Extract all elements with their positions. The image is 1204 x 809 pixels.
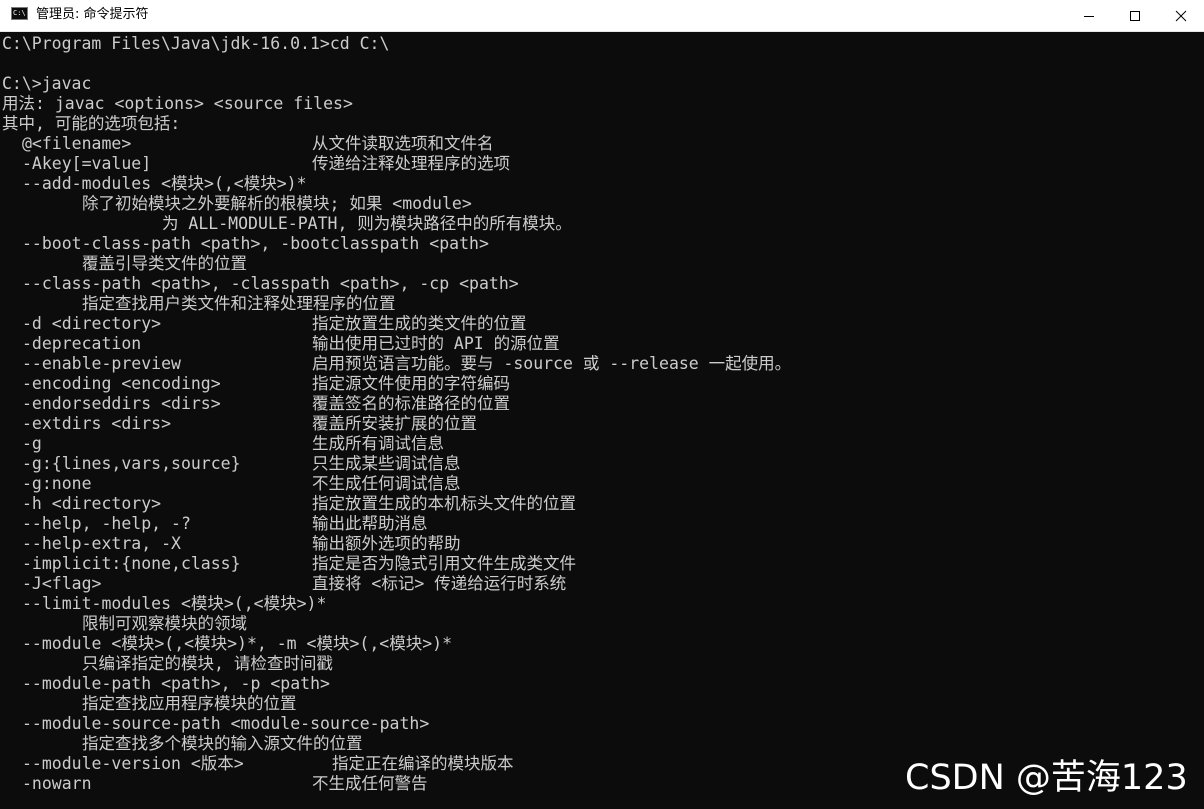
console-text: 其中, 可能的选项包括: <box>2 114 181 133</box>
option-description: 指定是否为隐式引用文件生成类文件 <box>312 554 576 573</box>
option-description: 从文件读取选项和文件名 <box>312 134 494 153</box>
option-name: -Akey[=value] <box>22 154 152 173</box>
option-description: 输出此帮助消息 <box>312 514 428 533</box>
csdn-watermark: CSDN @苦海123 <box>905 758 1188 798</box>
option-name: @<filename> <box>22 134 132 153</box>
minimize-icon <box>1084 15 1094 17</box>
option-description-continued: 指定查找多个模块的输入源文件的位置 <box>82 734 363 753</box>
title-bar[interactable]: C:\. 管理员: 命令提示符 <box>0 0 1204 32</box>
option-name: -J<flag> <box>22 574 102 593</box>
option-name: --module-path <path>, -p <path> <box>22 674 330 693</box>
option-name: -endorseddirs <dirs> <box>22 394 221 413</box>
option-name: -deprecation <box>22 334 142 353</box>
option-name: --boot-class-path <path>, -bootclasspath… <box>22 234 489 253</box>
option-description-continued: 指定查找应用程序模块的位置 <box>82 694 297 713</box>
close-icon <box>1175 10 1187 21</box>
option-name: -extdirs <dirs> <box>22 414 172 433</box>
option-description: 覆盖所安装扩展的位置 <box>312 414 477 433</box>
cmd-app-icon[interactable]: C:\. <box>11 7 28 20</box>
option-name: -nowarn <box>22 774 92 793</box>
option-description-continued: 除了初始模块之外要解析的根模块; 如果 <module> <box>82 194 472 213</box>
option-name: -g <box>22 434 42 453</box>
option-name: -g:{lines,vars,source} <box>22 454 241 473</box>
option-description: 指定放置生成的本机标头文件的位置 <box>312 494 576 513</box>
maximize-icon <box>1130 10 1140 21</box>
console-output-area[interactable]: C:\Program Files\Java\jdk-16.0.1>cd C:\ C… <box>0 32 1204 809</box>
option-description: 输出使用已过时的 API 的源位置 <box>312 334 560 353</box>
console-text: C:\Program Files\Java\jdk-16.0.1>cd C:\ <box>2 34 390 53</box>
option-name: --module-version <版本> <box>22 754 244 773</box>
option-description: 输出额外选项的帮助 <box>312 534 461 553</box>
command-prompt-window: C:\. 管理员: 命令提示符 C:\Program Files\Java\jd… <box>0 0 1204 809</box>
option-name: --add-modules <模块>(,<模块>)* <box>22 174 307 193</box>
option-description: 不生成任何调试信息 <box>312 474 461 493</box>
option-name: -implicit:{none,class} <box>22 554 241 573</box>
option-description: 生成所有调试信息 <box>312 434 444 453</box>
option-name: --help-extra, -X <box>22 534 181 553</box>
option-name: --help, -help, -? <box>22 514 191 533</box>
option-name: --limit-modules <模块>(,<模块>)* <box>22 594 327 613</box>
console-text: C:\>javac <box>2 74 92 93</box>
option-description: 启用预览语言功能。要与 -source 或 --release 一起使用。 <box>312 354 792 373</box>
option-description: 传递给注释处理程序的选项 <box>312 154 510 173</box>
option-description: 指定正在编译的模块版本 <box>332 754 514 773</box>
option-name: --module-source-path <module-source-path… <box>22 714 430 733</box>
option-description: 指定源文件使用的字符编码 <box>312 374 510 393</box>
minimize-button[interactable] <box>1066 0 1112 31</box>
option-description: 指定放置生成的类文件的位置 <box>312 314 527 333</box>
option-description-continued: 为 ALL-MODULE-PATH, 则为模块路径中的所有模块。 <box>162 214 572 233</box>
option-name: --module <模块>(,<模块>)*, -m <模块>(,<模块>)* <box>22 634 453 653</box>
option-name: -encoding <encoding> <box>22 374 221 393</box>
option-description-continued: 限制可观察模块的领域 <box>82 614 247 633</box>
option-name: --enable-preview <box>22 354 181 373</box>
option-name: -d <directory> <box>22 314 162 333</box>
option-description: 直接将 <标记> 传递给运行时系统 <box>312 574 567 593</box>
option-name: -g:none <box>22 474 92 493</box>
option-name: --class-path <path>, -classpath <path>, … <box>22 274 519 293</box>
option-description-continued: 只编译指定的模块, 请检查时间戳 <box>82 654 333 673</box>
option-name: -h <directory> <box>22 494 162 513</box>
maximize-button[interactable] <box>1112 0 1158 31</box>
option-description-continued: 覆盖引导类文件的位置 <box>82 254 247 273</box>
window-title: 管理员: 命令提示符 <box>36 7 149 22</box>
option-description: 只生成某些调试信息 <box>312 454 461 473</box>
close-button[interactable] <box>1158 0 1204 31</box>
option-description: 覆盖签名的标准路径的位置 <box>312 394 510 413</box>
option-description-continued: 指定查找用户类文件和注释处理程序的位置 <box>82 294 396 313</box>
option-description: 不生成任何警告 <box>312 774 428 793</box>
console-text: 用法: javac <options> <source files> <box>2 94 353 113</box>
